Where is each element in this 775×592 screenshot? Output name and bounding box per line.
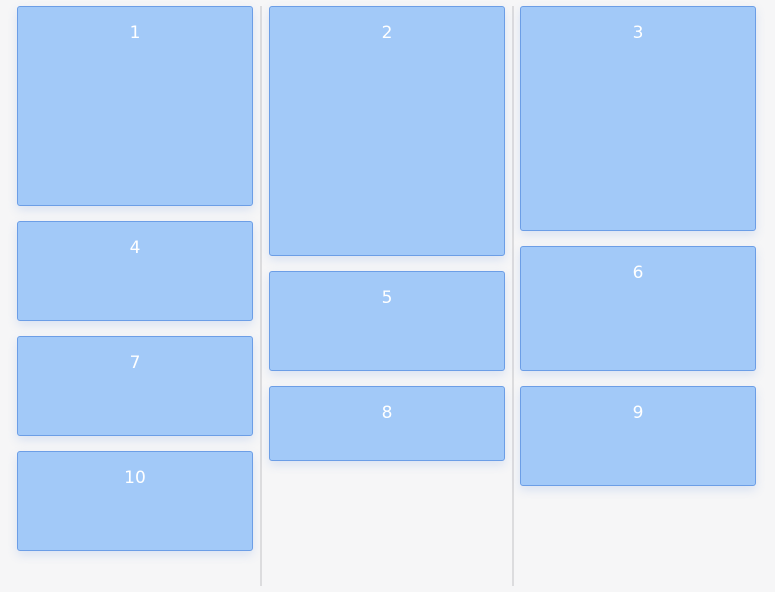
card-label: 9 bbox=[632, 403, 644, 423]
card-label: 7 bbox=[129, 353, 141, 373]
card-10[interactable]: 10 bbox=[17, 451, 253, 551]
card-label: 10 bbox=[124, 468, 146, 488]
card-label: 6 bbox=[632, 263, 644, 283]
card-7[interactable]: 7 bbox=[17, 336, 253, 436]
card-label: 5 bbox=[381, 288, 393, 308]
card-6[interactable]: 6 bbox=[520, 246, 756, 371]
column-divider bbox=[512, 6, 514, 586]
card-5[interactable]: 5 bbox=[269, 271, 505, 371]
card-3[interactable]: 3 bbox=[520, 6, 756, 231]
card-8[interactable]: 8 bbox=[269, 386, 505, 461]
card-label: 4 bbox=[129, 238, 141, 258]
card-9[interactable]: 9 bbox=[520, 386, 756, 486]
masonry-board: 1 4 7 10 2 5 8 3 6 9 bbox=[0, 0, 775, 592]
card-1[interactable]: 1 bbox=[17, 6, 253, 206]
card-2[interactable]: 2 bbox=[269, 6, 505, 256]
card-label: 8 bbox=[381, 403, 393, 423]
card-label: 3 bbox=[632, 23, 644, 43]
card-label: 1 bbox=[129, 23, 141, 43]
card-label: 2 bbox=[381, 23, 393, 43]
column-divider bbox=[260, 6, 262, 586]
card-4[interactable]: 4 bbox=[17, 221, 253, 321]
